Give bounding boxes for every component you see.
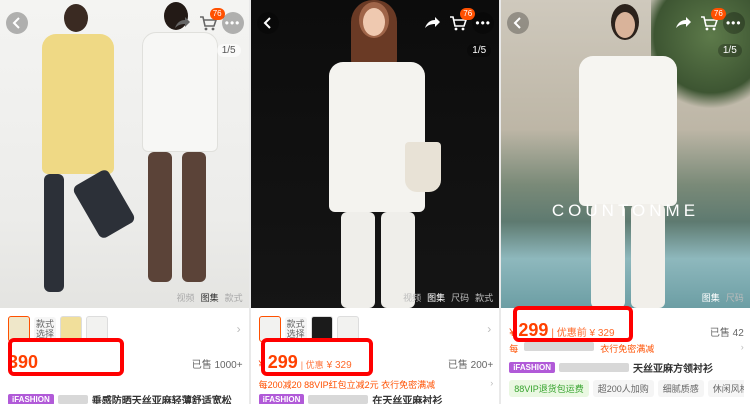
sold-count: 已售 200+: [447, 360, 494, 371]
tab-size[interactable]: 尺码: [726, 291, 744, 304]
top-navigation: 76 •••: [501, 8, 750, 34]
chevron-right-icon: ›: [487, 322, 492, 336]
image-counter: 1/5: [467, 44, 492, 57]
redacted-text: [558, 363, 629, 372]
more-button[interactable]: •••: [472, 12, 495, 34]
model-figure: [122, 2, 222, 302]
model-figure: [30, 4, 137, 304]
share-button[interactable]: [421, 12, 443, 34]
product-title: 天丝亚麻方领衬衫: [632, 364, 713, 375]
ifashion-badge: iFASHION: [8, 394, 54, 404]
feature-tags: 88VIP退货包运费 超200人加购 细腻质感 休闲风格: [509, 380, 744, 397]
tab-gallery[interactable]: 图集: [702, 291, 720, 304]
share-icon: [174, 17, 190, 28]
promo-text: 衣行免密满减: [600, 344, 655, 354]
tab-style[interactable]: 款式: [225, 291, 243, 304]
promo-row[interactable]: 每 衣行免密满减 ›: [509, 342, 744, 355]
redacted-text: [57, 395, 88, 404]
tab-size[interactable]: 尺码: [451, 291, 469, 304]
model-figure: [323, 0, 441, 308]
tab-video[interactable]: 视频: [403, 291, 421, 304]
product-panel-3: COUNTONME 76 ••• 1/5 图集 尺码 ¥ 299 | 优惠前 ¥…: [501, 0, 750, 404]
product-image-1[interactable]: 76 ••• 1/5 视频 图集 款式: [0, 0, 249, 308]
top-navigation: 76 •••: [251, 8, 500, 34]
more-icon: •••: [224, 16, 241, 30]
more-button[interactable]: •••: [722, 12, 745, 34]
product-panel-2: 76 ••• 1/5 视频 图集 尺码 款式 款式 选择 › ¥ 299 | 优…: [250, 0, 500, 404]
back-icon: [263, 17, 271, 29]
promo-row[interactable]: 每200减20 88VIP红包立减2元 衣行免密满减 ›: [259, 378, 494, 391]
product-title: 垂感防晒天丝亚麻轻薄舒适宽松: [91, 396, 232, 404]
ifashion-badge: iFASHION: [509, 362, 555, 373]
title-row[interactable]: iFASHION 垂感防晒天丝亚麻轻薄舒适宽松: [8, 392, 243, 404]
redacted-text: [524, 342, 595, 351]
share-icon: [425, 17, 441, 28]
title-row[interactable]: iFASHION 天丝亚麻方领衬衫: [509, 360, 744, 375]
back-icon: [12, 17, 20, 29]
promo-text: 每200减20 88VIP红包立减2元 衣行免密满减: [258, 380, 436, 390]
share-button[interactable]: [171, 12, 193, 34]
ifashion-badge: iFASHION: [258, 394, 305, 404]
product-image-3[interactable]: COUNTONME 76 ••• 1/5 图集 尺码: [501, 0, 750, 308]
back-button[interactable]: [507, 12, 530, 34]
sold-count: 已售 42: [709, 328, 744, 339]
feature-tag: 细腻质感: [657, 380, 704, 397]
back-button[interactable]: [6, 12, 28, 34]
media-tabs: 图集 尺码: [702, 291, 744, 304]
tab-gallery[interactable]: 图集: [427, 291, 445, 304]
share-button[interactable]: [672, 12, 694, 34]
top-navigation: 76 •••: [0, 8, 249, 34]
tab-video[interactable]: 视频: [177, 291, 195, 304]
media-tabs: 视频 图集 尺码 款式: [403, 291, 493, 304]
image-counter: 1/5: [717, 44, 742, 57]
more-button[interactable]: •••: [221, 12, 244, 34]
title-row[interactable]: iFASHION 在天丝亚麻衬衫: [258, 392, 494, 404]
chevron-right-icon: ›: [236, 322, 241, 336]
chevron-right-icon: ›: [490, 378, 494, 388]
more-icon: •••: [725, 16, 742, 30]
sold-count: 已售 1000+: [191, 360, 243, 371]
media-tabs: 视频 图集 款式: [177, 291, 243, 304]
tab-style[interactable]: 款式: [475, 291, 493, 304]
product-title: 在天丝亚麻衬衫: [372, 396, 443, 404]
price-highlight-box: [260, 338, 373, 376]
brand-overlay-text: COUNTONME: [551, 201, 700, 220]
cart-button[interactable]: 76: [197, 8, 225, 34]
tab-gallery[interactable]: 图集: [201, 291, 219, 304]
promo-prefix: 每: [509, 344, 519, 354]
cart-button[interactable]: 76: [447, 8, 476, 34]
share-icon: [675, 17, 691, 28]
image-counter: 1/5: [216, 44, 241, 57]
price-highlight-box: [8, 338, 124, 376]
product-image-2[interactable]: 76 ••• 1/5 视频 图集 尺码 款式: [250, 0, 500, 308]
more-icon: •••: [475, 16, 491, 30]
model-figure: [573, 4, 683, 308]
back-button[interactable]: [256, 12, 279, 34]
chevron-right-icon: ›: [740, 342, 744, 352]
feature-tag: 88VIP退货包运费: [509, 380, 589, 397]
redacted-text: [308, 395, 369, 404]
product-panel-1: 76 ••• 1/5 视频 图集 款式 款式 选择 › 390 已售 1000+…: [0, 0, 249, 404]
feature-tag: 休闲风格: [707, 380, 744, 397]
back-icon: [513, 17, 521, 29]
cart-button[interactable]: 76: [698, 8, 726, 34]
price-highlight-box: [513, 306, 634, 342]
screenshot-comparison: 76 ••• 1/5 视频 图集 款式 款式 选择 › 390 已售 1000+…: [0, 0, 750, 404]
feature-tag: 超200人加购: [592, 380, 654, 397]
